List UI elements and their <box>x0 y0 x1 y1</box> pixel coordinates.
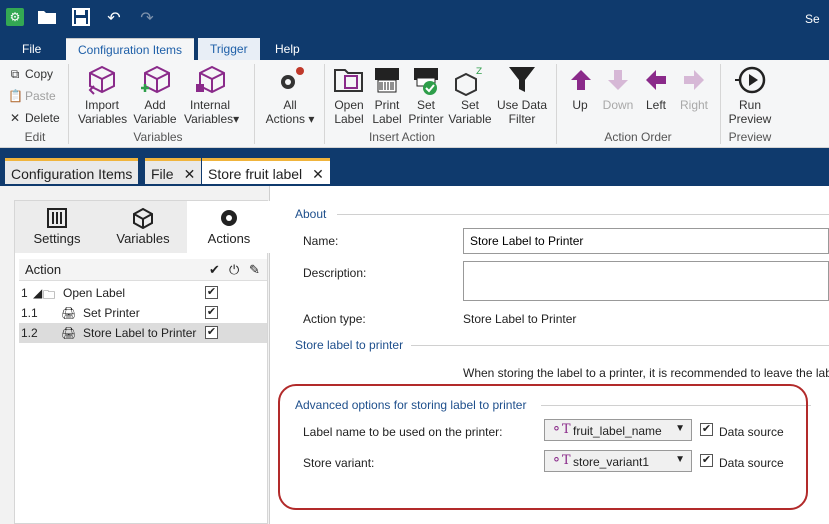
tab-trigger[interactable]: Trigger <box>198 38 260 60</box>
app-icon: ⚙ <box>6 8 24 26</box>
arrow-right-icon <box>684 70 704 90</box>
window-title: Se <box>805 12 820 26</box>
group-label-action-order: Action Order <box>604 130 672 144</box>
copy-button[interactable]: ⧉ Copy <box>8 64 53 84</box>
arrow-left-icon <box>646 70 666 90</box>
group-label-preview: Preview <box>728 130 772 144</box>
gears-icon <box>281 67 304 89</box>
internal-variables-button[interactable]: Internal Variables▾ <box>184 64 239 126</box>
action-column-header: Action <box>25 262 62 277</box>
set-printer-icon <box>414 68 438 95</box>
settings-sliders-icon <box>47 208 67 228</box>
tab-settings[interactable]: Settings <box>15 201 99 253</box>
paste-icon: 📋 <box>8 89 23 103</box>
tab-actions[interactable]: Actions <box>187 201 271 253</box>
import-variables-button[interactable]: Import Variables <box>78 64 127 126</box>
printer-barcode-icon <box>375 68 399 93</box>
action-type-label: Action type: <box>303 312 366 326</box>
enabled-checkbox[interactable]: ✔ <box>205 326 218 339</box>
run-preview-button[interactable]: Run Preview <box>726 64 774 126</box>
description-label: Description: <box>303 266 367 280</box>
tab-variables[interactable]: Variables <box>101 201 185 253</box>
set-printer-icon: 🖨 <box>61 306 77 320</box>
close-icon[interactable]: ✕ <box>184 166 196 182</box>
internal-variables-icon <box>196 65 225 94</box>
add-variable-button[interactable]: Add Variable <box>132 64 178 126</box>
name-label: Name: <box>303 234 339 248</box>
enabled-checkbox[interactable]: ✔ <box>205 306 218 319</box>
arrow-up-icon <box>571 70 591 90</box>
actions-grid-header: Action ✔ ⏻ ✎ <box>19 259 267 281</box>
delete-button[interactable]: ✕ Delete <box>8 108 60 128</box>
set-variable-button[interactable]: Z Set Variable <box>448 64 492 126</box>
check-column-icon: ✔ <box>209 262 220 277</box>
doc-tab-file[interactable]: File ✕ <box>145 158 202 184</box>
group-label-variables: Variables <box>133 130 183 144</box>
action-type-value: Store Label to Printer <box>463 312 577 326</box>
copy-icon: ⧉ <box>10 67 20 81</box>
doc-tab-store-fruit-label[interactable]: Store fruit label ✕ <box>202 158 330 184</box>
tab-file[interactable]: File <box>10 38 53 60</box>
use-data-filter-button[interactable]: Use Data Filter <box>495 64 549 126</box>
set-variable-icon: Z <box>455 67 482 96</box>
all-actions-button[interactable]: All Actions ▾ <box>262 64 318 126</box>
plug-column-icon: ⏻ <box>229 262 240 277</box>
arrow-down-icon <box>608 70 628 90</box>
move-down-button: Down <box>600 64 636 112</box>
left-panel: Settings Variables Actions Action ✔ ⏻ ✎ … <box>0 186 271 524</box>
section-store-label-to-printer: Store label to printer <box>295 338 404 352</box>
add-variable-icon <box>141 65 170 94</box>
import-variables-icon <box>88 65 115 95</box>
ribbon: ⧉ Copy 📋 Paste ✕ Delete Edit Import Variable… <box>0 60 829 148</box>
tab-configuration-items[interactable]: Configuration Items <box>66 38 195 60</box>
left-panel-inner: Settings Variables Actions Action ✔ ⏻ ✎ … <box>14 200 271 524</box>
filter-icon <box>509 67 535 92</box>
table-row-selected[interactable]: 1.2 🖨 Store Label to Printer ✔ <box>19 323 267 343</box>
store-note-text: When storing the label to a printer, it … <box>463 366 829 380</box>
expand-triangle-icon[interactable]: ◢ <box>33 286 42 300</box>
description-field[interactable] <box>463 261 829 301</box>
table-row[interactable]: 1.1 🖨 Set Printer ✔ <box>19 303 267 323</box>
name-field[interactable] <box>463 228 829 254</box>
folder-icon[interactable] <box>36 8 58 30</box>
open-label-button[interactable]: Open Label <box>330 64 368 126</box>
doc-tab-configuration-items[interactable]: Configuration Items <box>5 158 139 184</box>
highlight-annotation <box>278 384 808 510</box>
group-label-edit: Edit <box>24 130 46 144</box>
group-label-insert-action: Insert Action <box>368 130 436 144</box>
enabled-checkbox[interactable]: ✔ <box>205 286 218 299</box>
move-right-button: Right <box>676 64 712 112</box>
open-label-icon <box>334 69 363 92</box>
move-left-button[interactable]: Left <box>640 64 672 112</box>
move-up-button[interactable]: Up <box>565 64 595 112</box>
run-preview-icon <box>735 66 766 94</box>
tab-help[interactable]: Help <box>263 38 312 60</box>
title-bar: ⚙ ↶ ↷ Se <box>0 0 829 38</box>
set-printer-button[interactable]: Set Printer <box>407 64 445 126</box>
section-about: About <box>295 207 327 221</box>
table-row[interactable]: 1 ◢ 🗀 Open Label ✔ <box>19 283 267 303</box>
actions-gear-icon <box>221 210 237 226</box>
store-printer-icon: 🖨 <box>61 326 77 340</box>
variables-cube-icon <box>133 207 153 229</box>
document-tabs: Configuration Items File ✕ Store fruit la… <box>0 148 829 186</box>
print-label-button[interactable]: Print Label <box>368 64 406 126</box>
svg-text:Z: Z <box>476 67 482 77</box>
save-icon[interactable] <box>70 8 92 30</box>
delete-icon: ✕ <box>9 111 21 125</box>
redo-icon: ↷ <box>140 10 154 27</box>
pencil-column-icon: ✎ <box>249 262 260 277</box>
close-icon[interactable]: ✕ <box>312 166 324 182</box>
paste-button: 📋 Paste <box>8 86 56 106</box>
undo-icon[interactable]: ↶ <box>103 8 125 30</box>
ribbon-tabs: File Configuration Items Trigger Help <box>0 38 829 60</box>
